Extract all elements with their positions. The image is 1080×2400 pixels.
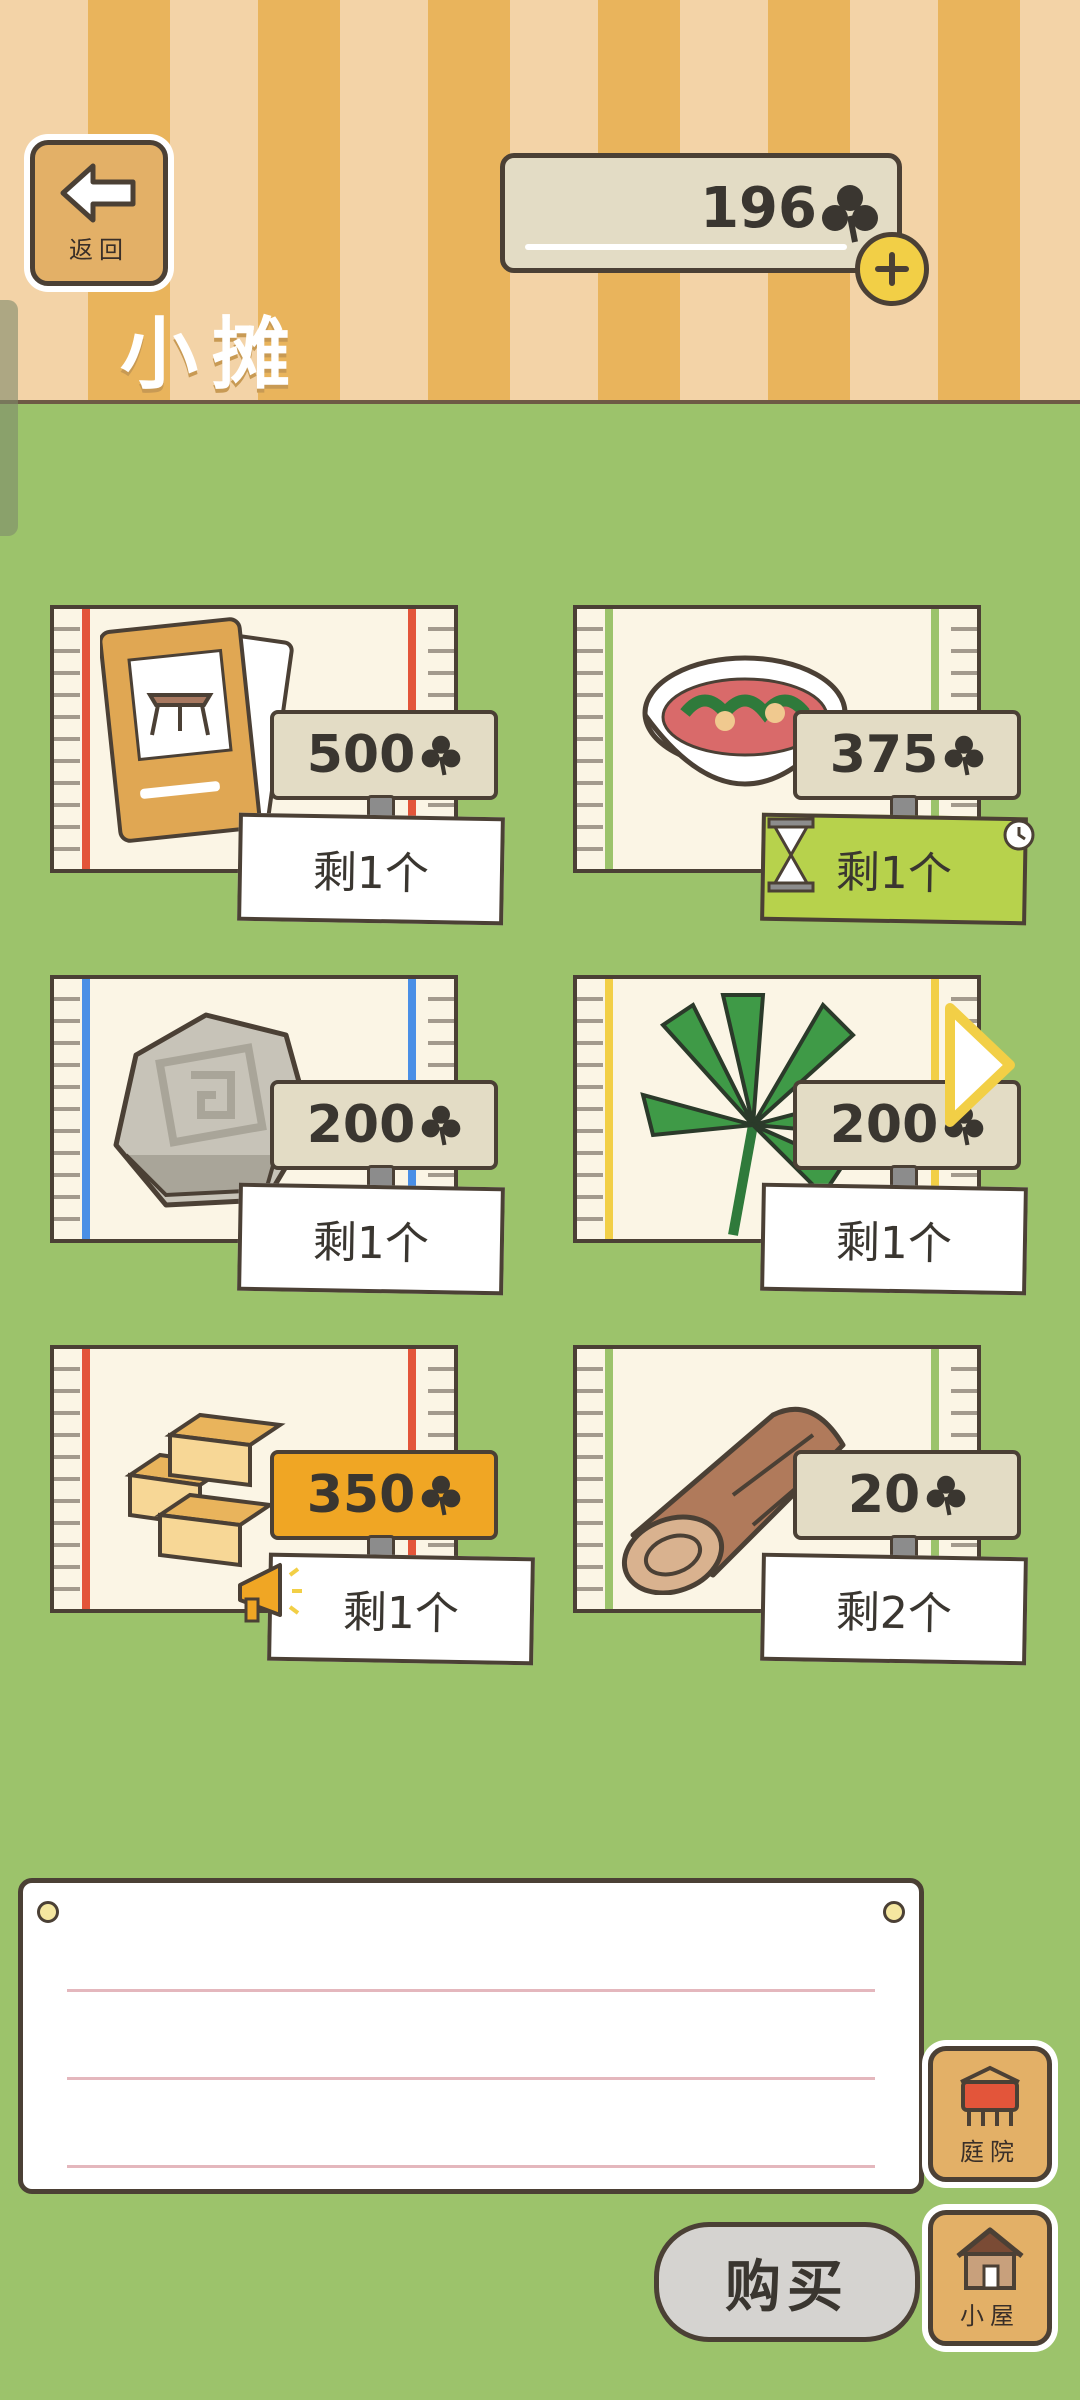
clover-icon	[944, 735, 984, 776]
yard-label: 庭院	[960, 2138, 1020, 2166]
clover-icon	[421, 735, 461, 776]
buy-button[interactable]: 购买	[654, 2222, 920, 2342]
stock-text: 剩1个	[835, 846, 953, 901]
mat-fringe	[577, 979, 603, 1239]
house-icon	[956, 2227, 1024, 2290]
house-label: 小屋	[960, 2302, 1020, 2330]
stock-text: 剩2个	[835, 1586, 953, 1641]
page-title: 小摊	[120, 310, 305, 400]
board-line	[67, 1989, 875, 1992]
clover-icon	[421, 1105, 461, 1146]
mat-stripe	[605, 609, 613, 869]
mat-stripe	[605, 979, 613, 1239]
mat-fringe	[577, 1349, 603, 1609]
stock-text: 剩1个	[342, 1586, 460, 1641]
back-arrow-icon	[60, 163, 136, 222]
mat-stripe	[82, 609, 90, 869]
side-pull-tab[interactable]	[0, 300, 18, 536]
shop-item-wood-log[interactable]: 20 剩2个	[563, 1345, 1028, 1685]
plus-icon	[875, 252, 909, 286]
price-tag: 500	[270, 710, 498, 800]
stock-label: 剩1个	[760, 1182, 1028, 1296]
stock-text: 剩1个	[312, 846, 430, 901]
message-board	[18, 1878, 924, 2194]
clover-icon	[822, 185, 878, 243]
megaphone-icon	[238, 1563, 302, 1623]
board-pin	[37, 1901, 59, 1923]
shop-item-salad-bowl[interactable]: 375 剩1个	[563, 605, 1035, 945]
yard-icon	[960, 2065, 1020, 2126]
balance-underline	[525, 244, 847, 250]
clover-icon	[926, 1475, 966, 1516]
buy-label: 购买	[725, 2254, 849, 2320]
clover-count: 196	[700, 176, 817, 241]
stock-text: 剩1个	[312, 1216, 430, 1271]
price-value: 20	[847, 1465, 921, 1525]
back-label: 返回	[69, 235, 129, 264]
shop-item-folding-table[interactable]: 500 剩1个	[40, 605, 505, 945]
price-tag: 200	[270, 1080, 498, 1170]
mat-stripe	[605, 1349, 613, 1609]
board-pin	[883, 1901, 905, 1923]
hourglass-icon	[767, 817, 815, 893]
price-tag: 350	[270, 1450, 498, 1540]
add-clover-button[interactable]	[855, 232, 929, 306]
stock-label: 剩1个	[267, 1552, 535, 1666]
board-line	[67, 2165, 875, 2168]
mat-stripe	[82, 979, 90, 1239]
stock-label: 剩2个	[760, 1552, 1028, 1666]
shop-item-castella-cake[interactable]: 350 剩1个	[40, 1345, 535, 1685]
price-value: 350	[306, 1465, 416, 1525]
mat-fringe	[54, 1349, 80, 1609]
clover-balance: 196	[500, 153, 902, 273]
shop-item-palm-leaf[interactable]: 200 剩1个	[563, 975, 1028, 1315]
stock-label: 剩1个	[237, 812, 505, 926]
house-button[interactable]: 小屋	[928, 2210, 1052, 2346]
next-page-arrow-icon[interactable]	[940, 1000, 1020, 1130]
stock-label: 剩1个	[237, 1182, 505, 1296]
shop-item-spiral-stone[interactable]: 200 剩1个	[40, 975, 505, 1315]
price-value: 375	[829, 725, 939, 785]
price-value: 500	[306, 725, 416, 785]
clock-icon	[1003, 819, 1035, 851]
yard-button[interactable]: 庭院	[928, 2046, 1052, 2182]
board-line	[67, 2077, 875, 2080]
clover-icon	[421, 1475, 461, 1516]
mat-fringe	[54, 609, 80, 869]
price-tag: 20	[793, 1450, 1021, 1540]
mat-stripe	[82, 1349, 90, 1609]
price-value: 200	[829, 1095, 939, 1155]
price-tag: 375	[793, 710, 1021, 800]
price-value: 200	[306, 1095, 416, 1155]
back-button[interactable]: 返回	[30, 140, 168, 286]
mat-fringe	[54, 979, 80, 1239]
mat-fringe	[577, 609, 603, 869]
stock-text: 剩1个	[835, 1216, 953, 1271]
